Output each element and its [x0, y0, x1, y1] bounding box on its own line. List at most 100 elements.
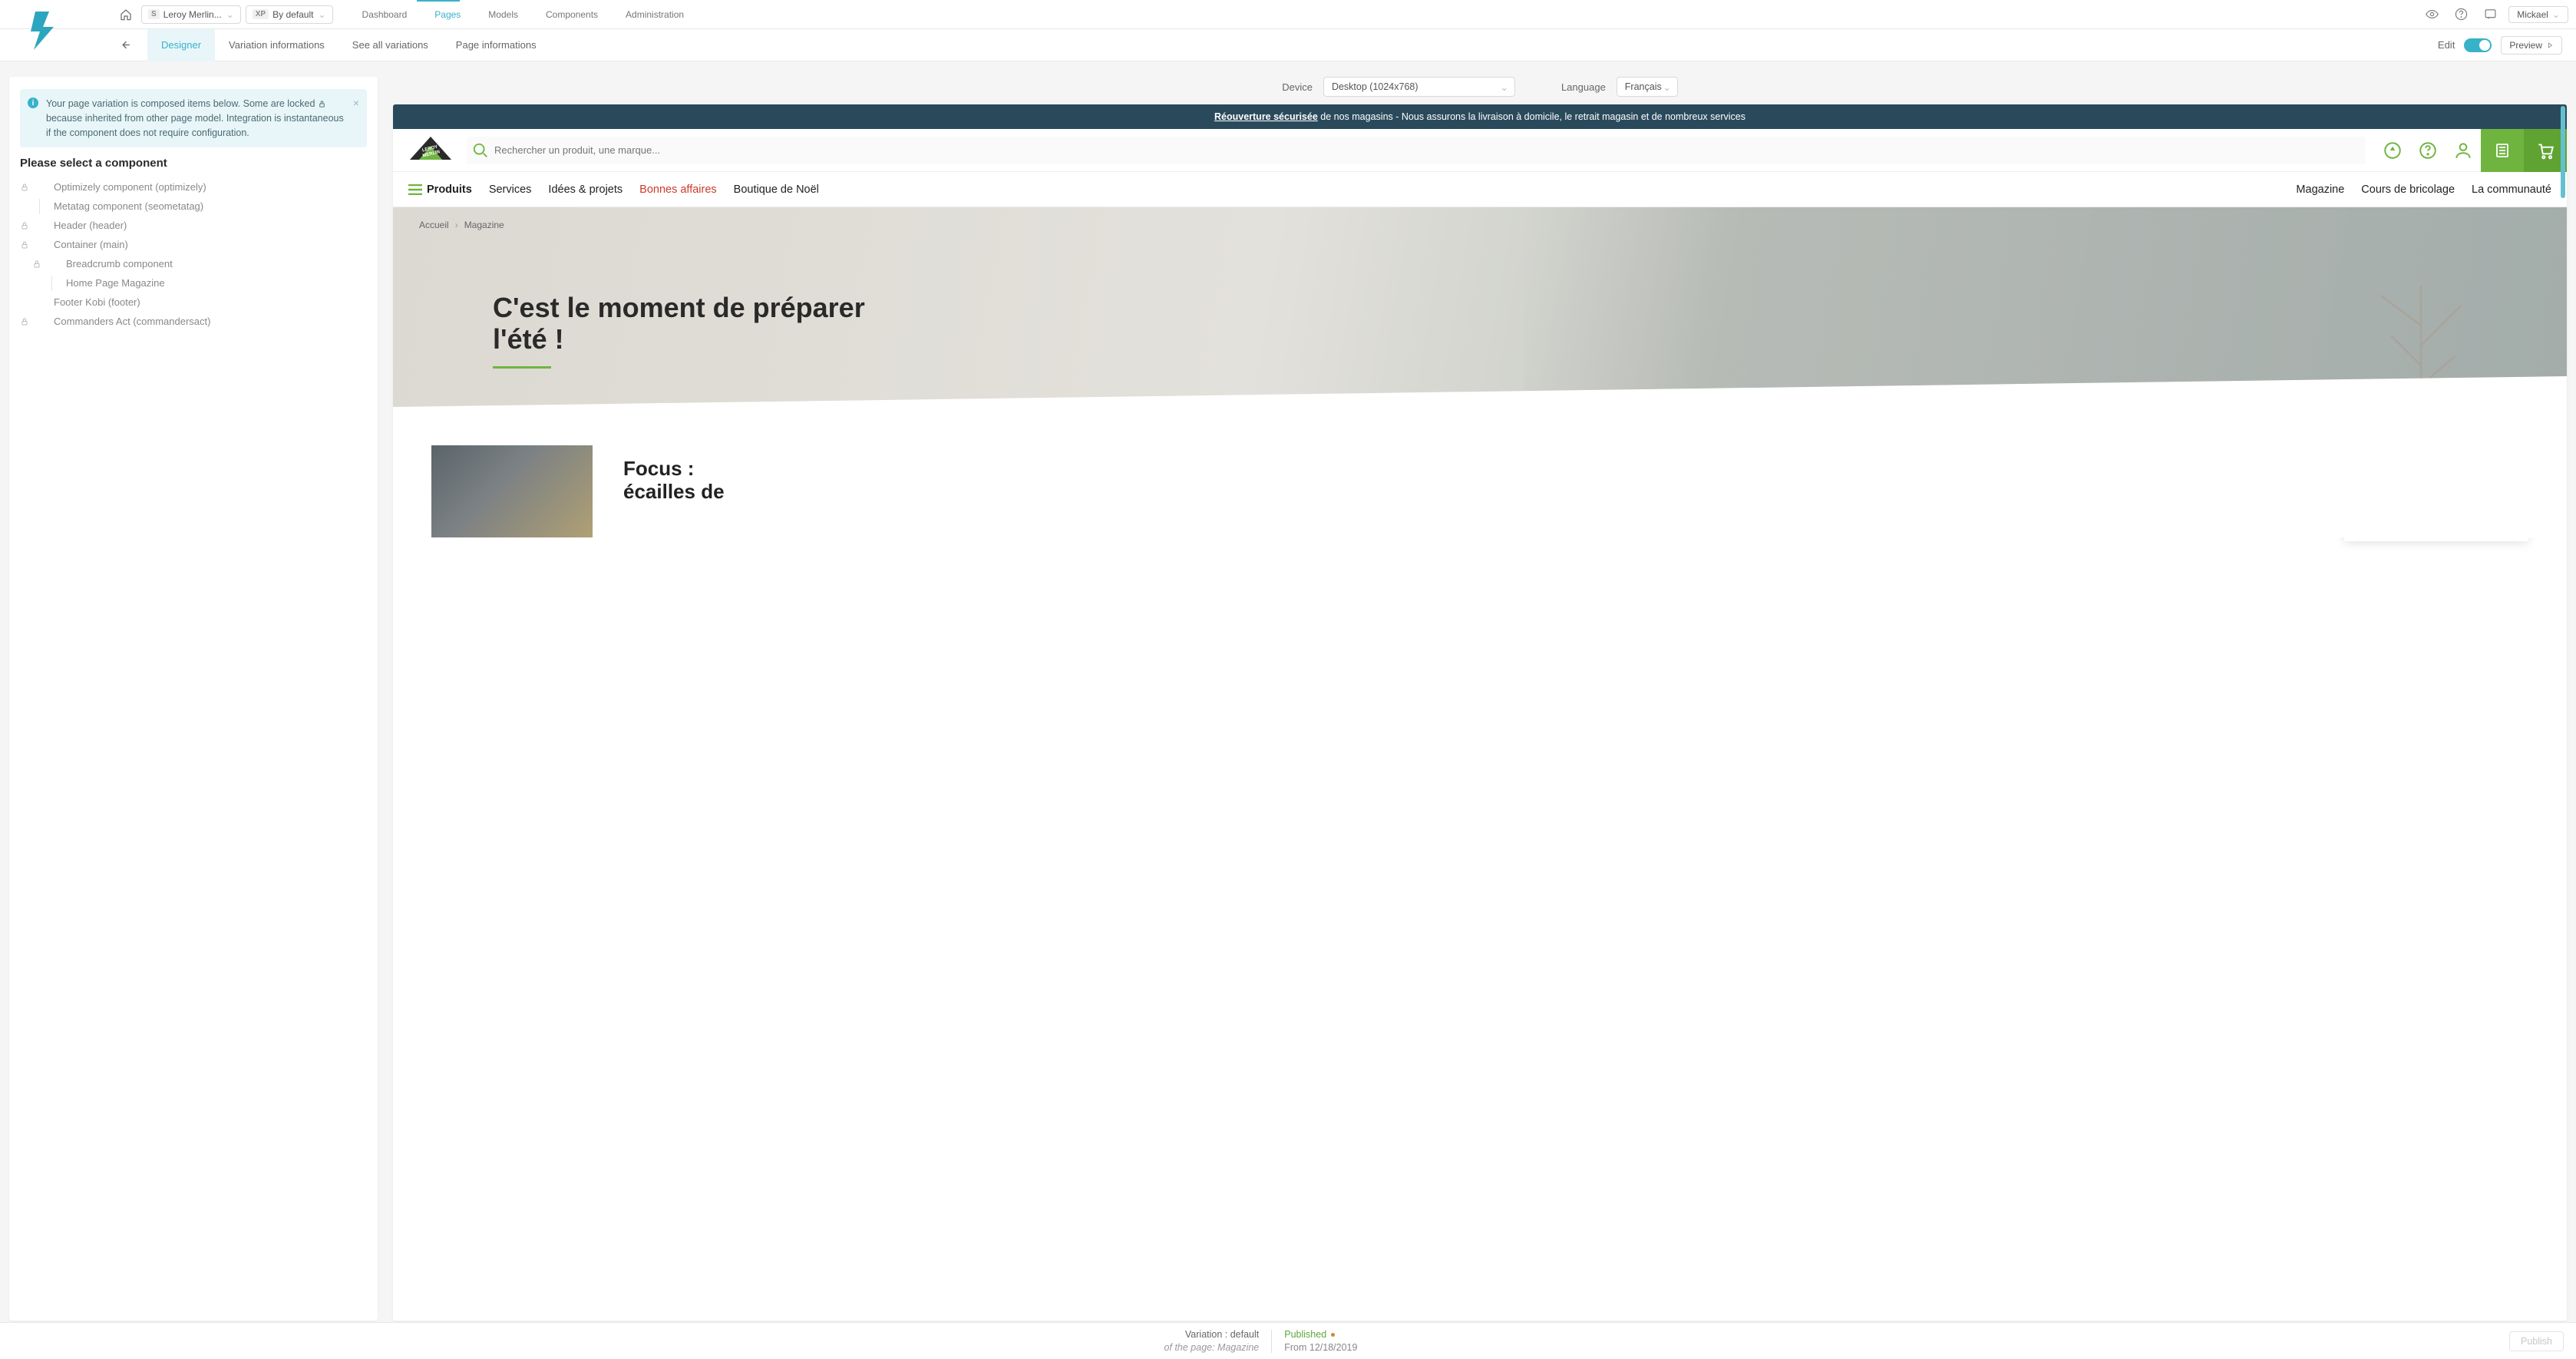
alert-text-1: Your page variation is composed items be… — [46, 98, 318, 109]
site-banner: Réouverture sécurisée de nos magasins - … — [393, 104, 2567, 129]
tree-item-header[interactable]: Header (header) — [20, 216, 367, 235]
nav-dashboard[interactable]: Dashboard — [348, 0, 421, 29]
ofpage-label: of the page: Magazine — [1164, 1341, 1260, 1354]
lock-icon — [318, 100, 326, 108]
nav-noel[interactable]: Boutique de Noël — [734, 184, 819, 196]
app-logo[interactable] — [23, 8, 69, 54]
nav-administration[interactable]: Administration — [612, 0, 698, 29]
tree-item-footer[interactable]: Footer Kobi (footer) — [20, 293, 367, 312]
language-label: Language — [1561, 81, 1606, 93]
language-select[interactable]: Français ⌄ — [1617, 77, 1678, 97]
nav-produits[interactable]: Produits — [408, 184, 472, 196]
tree-item-breadcrumb[interactable]: Breadcrumb component — [20, 254, 367, 273]
lock-icon — [20, 220, 31, 231]
nav-magazine[interactable]: Magazine — [2296, 184, 2344, 196]
tab-page-info[interactable]: Page informations — [442, 29, 550, 61]
nav-cours[interactable]: Cours de bricolage — [2361, 184, 2455, 196]
tree-label: Header (header) — [54, 220, 127, 231]
status-dot — [1331, 1333, 1335, 1337]
nav-bonnes-affaires[interactable]: Bonnes affaires — [639, 184, 717, 196]
sidebar-heading: Please select a component — [20, 157, 367, 170]
tree-label: Optimizely component (optimizely) — [54, 181, 206, 193]
focus-image — [431, 445, 593, 537]
search-icon[interactable] — [467, 137, 494, 164]
info-alert: i Your page variation is composed items … — [20, 89, 367, 147]
preview-button[interactable]: Preview — [2501, 36, 2562, 55]
publish-button[interactable]: Publish — [2509, 1331, 2564, 1351]
eye-icon[interactable] — [2421, 4, 2442, 25]
xp-tag: XP — [253, 9, 269, 19]
language-value: Français — [1625, 81, 1662, 92]
canvas-area: Device Desktop (1024x768) ⌄ Language Fra… — [393, 77, 2567, 1321]
component-sidebar: i Your page variation is composed items … — [9, 77, 378, 1321]
scrollbar-thumb[interactable] — [2561, 106, 2565, 198]
crumb-accueil[interactable]: Accueil — [419, 220, 449, 230]
tree-item-homepage-magazine[interactable]: Home Page Magazine — [20, 273, 367, 293]
tab-see-all-variations[interactable]: See all variations — [339, 29, 442, 61]
nav-models[interactable]: Models — [474, 0, 532, 29]
footer-variation-col: Variation : default of the page: Magazin… — [1164, 1328, 1260, 1354]
search-bar — [467, 137, 2366, 164]
list-icon[interactable] — [2481, 129, 2524, 172]
xp-selector[interactable]: XP By default ⌄ — [246, 5, 333, 24]
home-icon[interactable] — [115, 4, 137, 25]
chevron-down-icon: ⌄ — [318, 9, 325, 20]
leroy-merlin-logo[interactable]: LEROYMERLIN — [404, 134, 457, 167]
alert-text-2: because inherited from other page model.… — [46, 113, 344, 138]
device-select[interactable]: Desktop (1024x768) ⌄ — [1323, 77, 1515, 97]
crumb-magazine[interactable]: Magazine — [464, 220, 504, 230]
chevron-down-icon: ⌄ — [226, 9, 234, 20]
below-hero: Focus : écailles de — [393, 407, 2567, 537]
component-tree: Optimizely component (optimizely) Metata… — [20, 177, 367, 331]
preview-label: Preview — [2509, 40, 2542, 51]
tree-label: Container (main) — [54, 239, 128, 250]
account-icon[interactable] — [2446, 129, 2481, 172]
tree-item-optimizely[interactable]: Optimizely component (optimizely) — [20, 177, 367, 197]
back-icon[interactable] — [115, 35, 137, 56]
lock-placeholder — [32, 278, 43, 289]
tree-item-metatag[interactable]: Metatag component (seometatag) — [20, 197, 367, 216]
tab-designer[interactable]: Designer — [147, 29, 215, 61]
site-selector[interactable]: S Leroy Merlin... ⌄ — [141, 5, 241, 24]
chevron-down-icon: ⌄ — [2552, 9, 2560, 20]
locator-icon[interactable] — [2375, 129, 2410, 172]
chevron-right-icon: › — [455, 220, 458, 230]
hero-title-text: C'est le moment de préparer l'été ! — [493, 292, 865, 355]
nav-components[interactable]: Components — [532, 0, 612, 29]
nav-pages[interactable]: Pages — [421, 0, 474, 29]
tab-variation-info[interactable]: Variation informations — [215, 29, 339, 61]
from-label: From 12/18/2019 — [1284, 1341, 1357, 1354]
info-icon: i — [28, 98, 38, 108]
breadcrumb: Accueil › Magazine — [419, 220, 504, 230]
nav-communaute[interactable]: La communauté — [2472, 184, 2551, 196]
site-header: LEROYMERLIN — [393, 129, 2567, 172]
lock-placeholder — [20, 297, 31, 308]
status-label: Published — [1284, 1329, 1326, 1340]
chat-icon[interactable] — [2479, 4, 2501, 25]
topbar: S Leroy Merlin... ⌄ XP By default ⌄ Dash… — [0, 0, 2576, 29]
footer-bar: Variation : default of the page: Magazin… — [0, 1322, 2576, 1359]
tree-label: Footer Kobi (footer) — [54, 296, 140, 308]
device-value: Desktop (1024x768) — [1332, 81, 1418, 92]
close-icon[interactable]: × — [353, 95, 359, 111]
user-menu[interactable]: Mickael ⌄ — [2508, 6, 2568, 23]
tree-item-commanders[interactable]: Commanders Act (commandersact) — [20, 312, 367, 331]
nav-services[interactable]: Services — [489, 184, 532, 196]
variation-label: Variation : default — [1164, 1328, 1260, 1341]
hero-title: C'est le moment de préparer l'été ! — [493, 292, 892, 369]
lock-placeholder — [20, 201, 31, 212]
footer-status-col: Published From 12/18/2019 — [1284, 1328, 1357, 1354]
search-input[interactable] — [494, 144, 2366, 156]
preview-canvas: Réouverture sécurisée de nos magasins - … — [393, 104, 2567, 1321]
hamburger-icon — [408, 184, 422, 195]
tree-label: Breadcrumb component — [66, 258, 173, 269]
help-icon[interactable] — [2410, 129, 2446, 172]
help-icon[interactable] — [2450, 4, 2472, 25]
tree-item-container[interactable]: Container (main) — [20, 235, 367, 254]
divider — [1271, 1330, 1272, 1353]
active-tab-indicator — [417, 0, 460, 2]
edit-toggle[interactable] — [2464, 38, 2492, 52]
lock-icon — [32, 259, 43, 269]
hero-underline — [493, 366, 551, 369]
nav-idees[interactable]: Idées & projets — [548, 184, 623, 196]
